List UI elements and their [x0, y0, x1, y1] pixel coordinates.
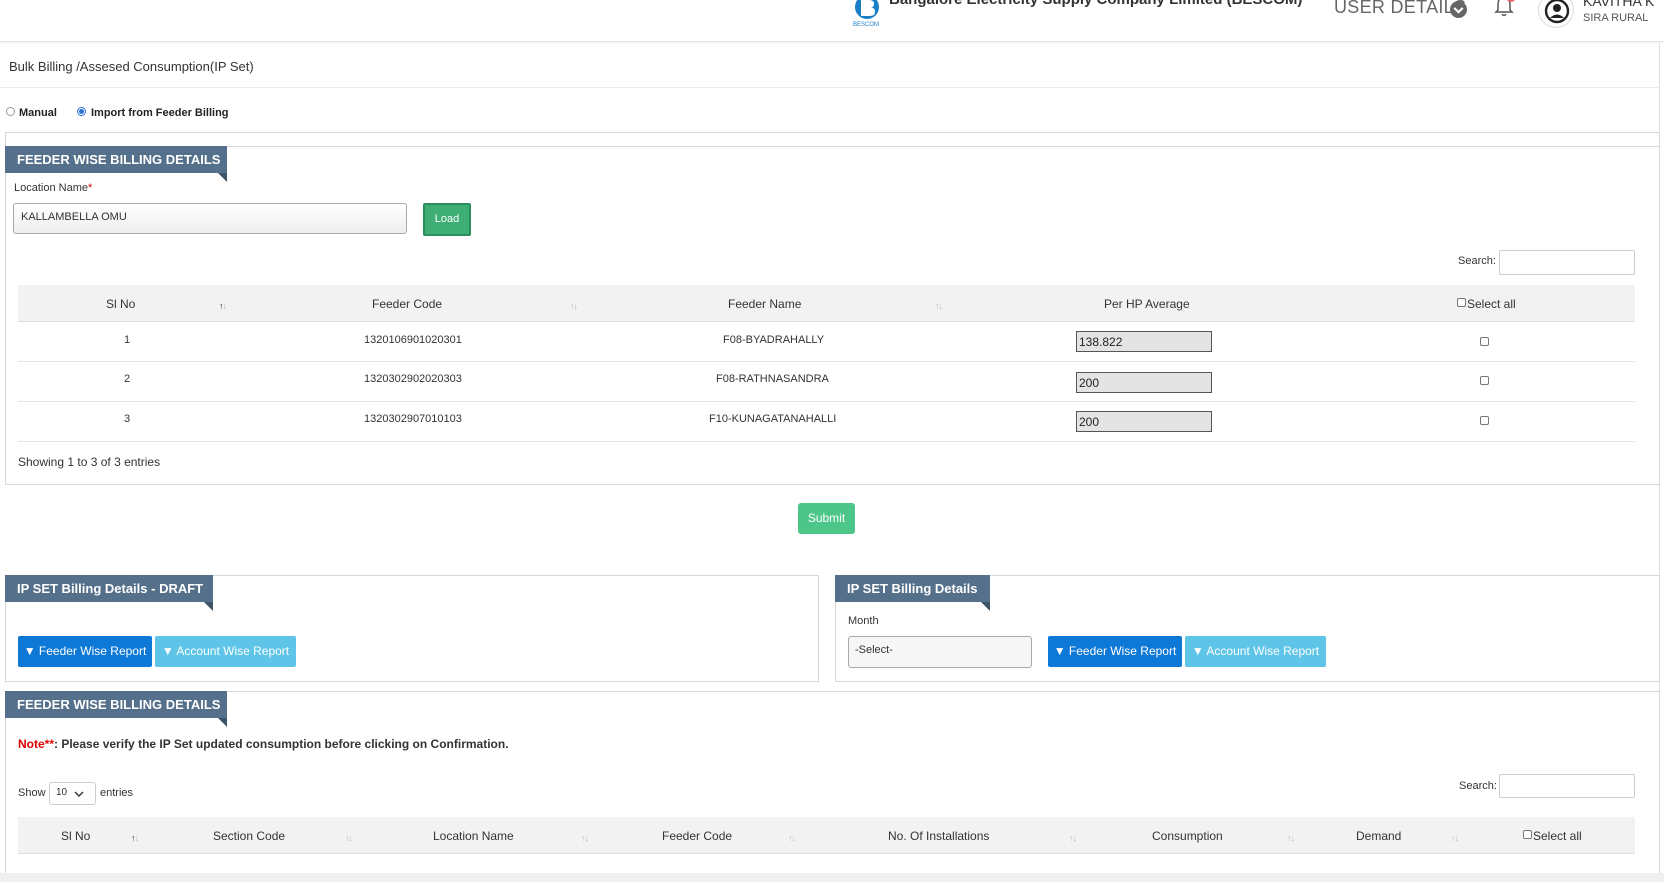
month-label: Month	[848, 615, 879, 627]
breadcrumb: Bulk Billing /Assesed Consumption(IP Set…	[9, 59, 254, 74]
bell-icon[interactable]	[1493, 0, 1515, 18]
sort-icon[interactable]: ↑↓	[1451, 833, 1459, 843]
chevron-down-icon	[74, 791, 84, 797]
per-hp-average-input[interactable]: 138.822	[1076, 331, 1212, 352]
row-select-checkbox[interactable]	[1480, 416, 1489, 425]
user-name: KAVITHA K	[1583, 0, 1655, 9]
feeder-billing-title: FEEDER WISE BILLING DETAILS	[5, 146, 227, 173]
horizontal-scrollbar[interactable]	[0, 873, 1664, 882]
sort-icon[interactable]: ↑↓	[131, 833, 139, 843]
col-no-of-installations[interactable]: No. Of Installations	[888, 829, 989, 843]
bescom-logo: BESCOM	[853, 0, 879, 28]
ribbon-tail	[204, 602, 213, 611]
cell-feeder-name: F08-RATHNASANDRA	[716, 373, 829, 385]
row-divider	[18, 441, 1635, 442]
load-button[interactable]: Load	[423, 203, 471, 236]
select-all-checkbox[interactable]	[1457, 298, 1466, 307]
select-all-label-2: Select all	[1533, 829, 1582, 843]
sort-icon[interactable]: ↑↓	[219, 301, 227, 311]
col-feeder-code[interactable]: Feeder Code	[662, 829, 732, 843]
per-hp-average-input[interactable]: 200	[1076, 372, 1212, 393]
search-label-2: Search:	[1459, 780, 1497, 792]
row-divider	[18, 361, 1635, 362]
sort-icon[interactable]: ↑↓	[1069, 833, 1077, 843]
submit-button[interactable]: Submit	[798, 503, 855, 534]
cell-sl: 2	[124, 373, 131, 385]
sort-icon[interactable]: ↑↓	[570, 301, 578, 311]
col-section-code[interactable]: Section Code	[213, 829, 285, 843]
ipset-panel-title: IP SET Billing Details	[835, 575, 990, 602]
sort-icon[interactable]: ↑↓	[935, 301, 943, 311]
user-location: SIRA RURAL	[1583, 12, 1649, 24]
table-info: Showing 1 to 3 of 3 entries	[18, 455, 161, 469]
radio-manual[interactable]	[6, 107, 15, 116]
cell-sl: 3	[124, 413, 131, 425]
ipset-account-wise-report-button[interactable]: ▼ Account Wise Report	[1185, 636, 1326, 667]
radio-import-feeder-label[interactable]: Import from Feeder Billing	[91, 107, 229, 119]
chevron-down-icon[interactable]	[1450, 1, 1467, 18]
month-select[interactable]: -Select-	[848, 636, 1032, 668]
col-feeder-name[interactable]: Feeder Name	[728, 297, 801, 311]
avatar[interactable]	[1538, 0, 1574, 28]
col-demand[interactable]: Demand	[1356, 829, 1401, 843]
draft-feeder-wise-report-button[interactable]: ▼ Feeder Wise Report	[18, 636, 152, 667]
company-name: Bangalore Electricity Supply Company Lim…	[889, 0, 1302, 8]
row-select-checkbox[interactable]	[1480, 376, 1489, 385]
page-size-select[interactable]: 10	[49, 782, 96, 805]
search-label: Search:	[1458, 255, 1496, 267]
row-select-checkbox[interactable]	[1480, 337, 1489, 346]
cell-feeder-name: F10-KUNAGATANAHALLI	[709, 413, 837, 425]
location-input[interactable]: KALLAMBELLA OMU	[13, 203, 407, 234]
search-input-2[interactable]	[1499, 774, 1635, 798]
user-icon	[1544, 0, 1570, 24]
ribbon-tail	[218, 173, 227, 182]
col-location-name[interactable]: Location Name	[433, 829, 514, 843]
location-label: Location Name*	[14, 182, 93, 194]
col-sl-no[interactable]: Sl No	[61, 829, 90, 843]
select-all-label: Select all	[1467, 297, 1516, 311]
radio-manual-label[interactable]: Manual	[19, 107, 57, 119]
row-divider	[18, 401, 1635, 402]
feeder-table-header	[18, 285, 1635, 322]
per-hp-average-input[interactable]: 200	[1076, 411, 1212, 432]
sort-icon[interactable]: ↑↓	[345, 833, 353, 843]
cell-sl: 1	[124, 334, 131, 346]
feeder-billing-title-2: FEEDER WISE BILLING DETAILS	[5, 691, 227, 718]
cell-feeder-code: 1320302907010103	[364, 413, 462, 425]
ribbon-tail	[981, 602, 990, 611]
draft-account-wise-report-button[interactable]: ▼ Account Wise Report	[155, 636, 296, 667]
logo-text: BESCOM	[853, 22, 879, 28]
sort-icon[interactable]: ↑↓	[788, 833, 796, 843]
show-label: Show	[18, 787, 46, 799]
sort-icon[interactable]: ↑↓	[581, 833, 589, 843]
ipset-feeder-wise-report-button[interactable]: ▼ Feeder Wise Report	[1048, 636, 1182, 667]
draft-panel-title: IP SET Billing Details - DRAFT	[5, 575, 213, 602]
col-sl-no[interactable]: Sl No	[106, 297, 135, 311]
select-all-checkbox-2[interactable]	[1523, 830, 1532, 839]
radio-import-feeder[interactable]	[77, 107, 86, 116]
cell-feeder-code: 1320106901020301	[364, 334, 462, 346]
user-details-menu[interactable]: USER DETAILS	[1334, 0, 1466, 18]
col-per-hp-average: Per HP Average	[1104, 297, 1190, 311]
sort-icon[interactable]: ↑↓	[1287, 833, 1295, 843]
panel-top-strip	[5, 132, 1660, 146]
col-feeder-code[interactable]: Feeder Code	[372, 297, 442, 311]
cell-feeder-code: 1320302902020303	[364, 373, 462, 385]
top-header: BESCOM Bangalore Electricity Supply Comp…	[0, 0, 1664, 42]
search-input[interactable]	[1499, 250, 1635, 275]
entries-label: entries	[100, 787, 134, 799]
confirmation-note: Note**: Please verify the IP Set updated…	[18, 737, 509, 751]
cell-feeder-name: F08-BYADRAHALLY	[723, 334, 825, 346]
col-consumption[interactable]: Consumption	[1152, 829, 1223, 843]
ribbon-tail	[218, 718, 227, 727]
